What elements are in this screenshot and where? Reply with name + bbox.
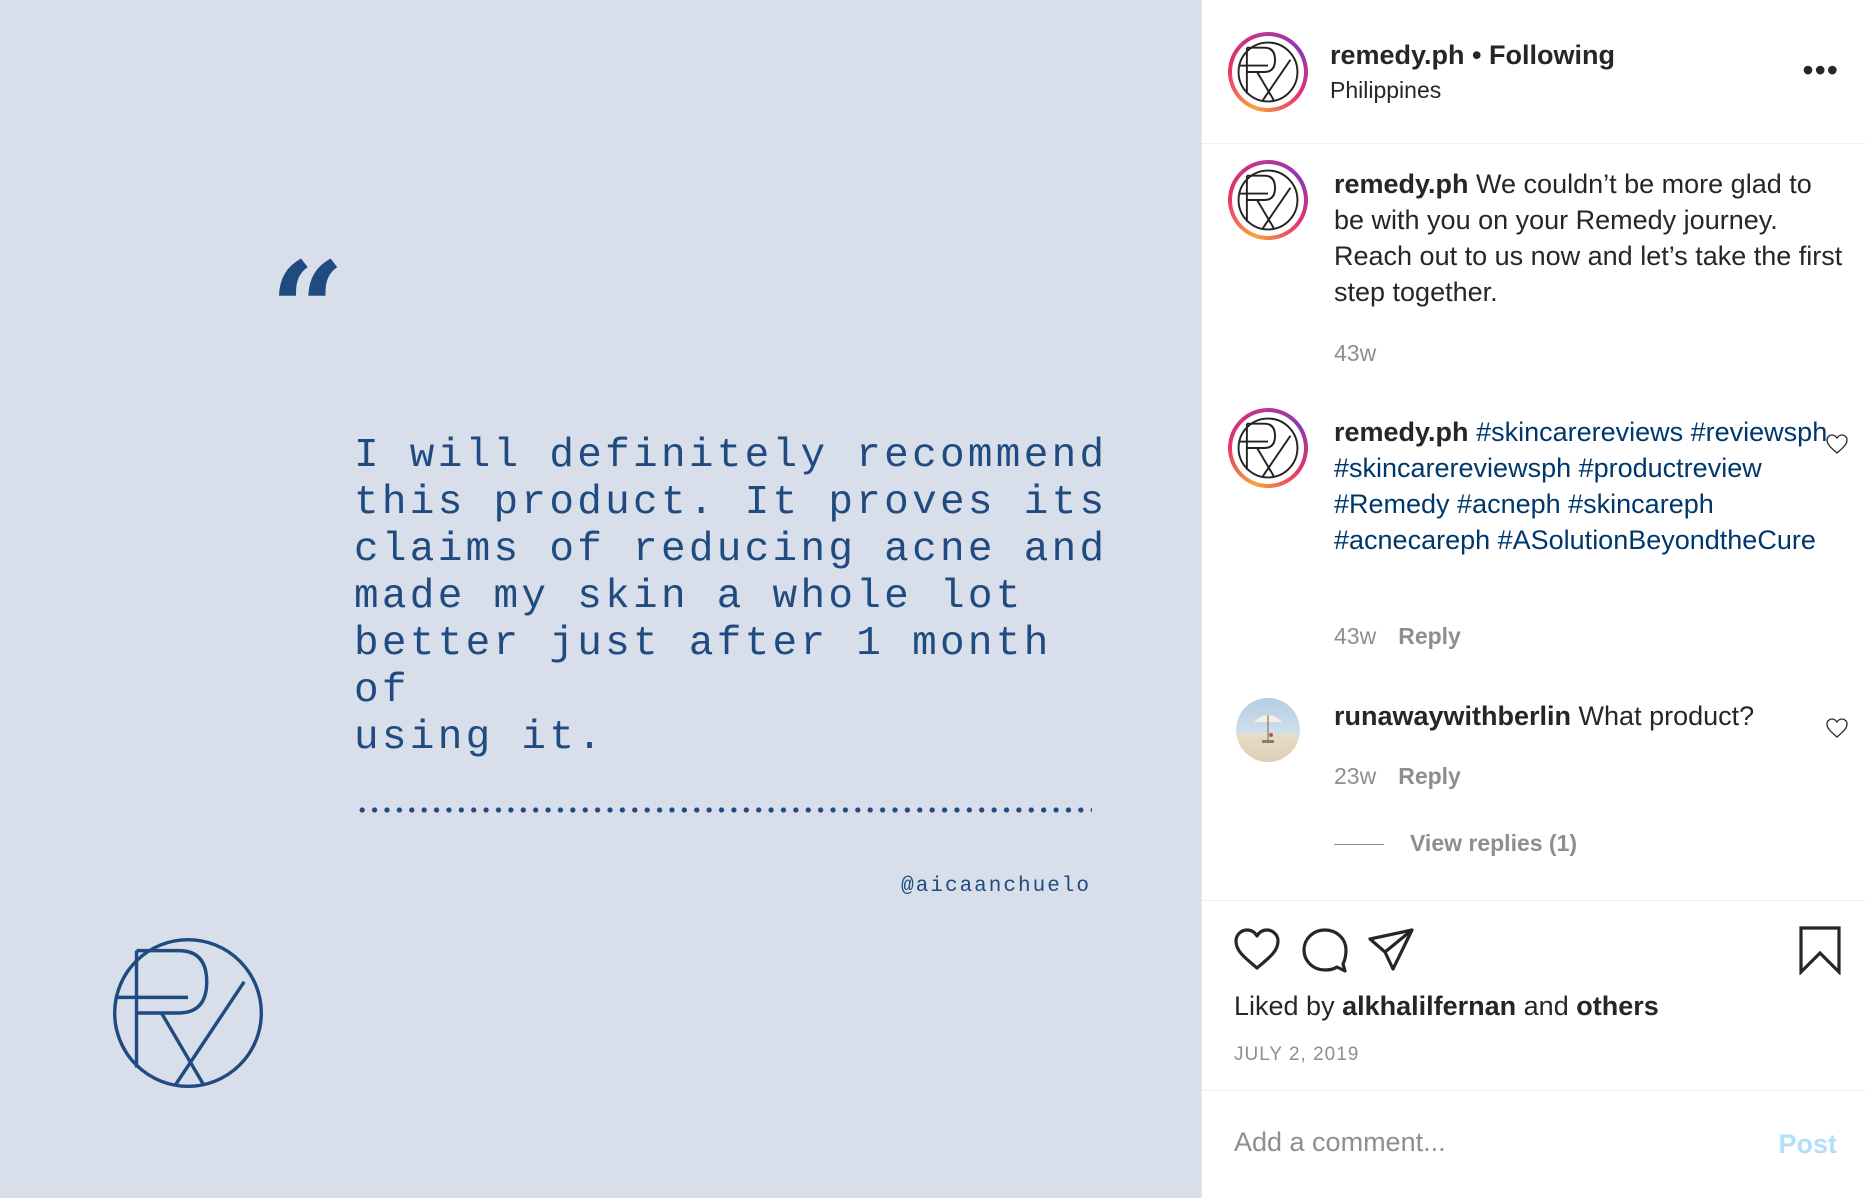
user-comment-meta: 23w Reply xyxy=(1334,763,1461,790)
save-bookmark-icon[interactable] xyxy=(1795,925,1845,975)
hashtag-comment-text: remedy.ph #skincarereviews #reviewsph #s… xyxy=(1334,414,1844,558)
user-comment-time[interactable]: 23w xyxy=(1334,763,1376,789)
hashtag-comment-avatar[interactable] xyxy=(1228,408,1308,488)
liked-by-prefix: Liked by xyxy=(1234,991,1343,1021)
likes-summary: Liked by alkhalilfernan and others xyxy=(1234,991,1659,1022)
commenter-avatar[interactable] xyxy=(1236,698,1300,762)
commenter-username[interactable]: runawaywithberlin xyxy=(1334,701,1571,731)
header-username[interactable]: remedy.ph xyxy=(1330,40,1465,70)
reply-button[interactable]: Reply xyxy=(1398,623,1461,649)
reply-button[interactable]: Reply xyxy=(1398,763,1461,789)
caption-username[interactable]: remedy.ph xyxy=(1334,169,1469,199)
hashtag-comment-username[interactable]: remedy.ph xyxy=(1334,417,1469,447)
dotted-divider xyxy=(356,806,1092,814)
liked-by-others[interactable]: others xyxy=(1576,991,1659,1021)
rx-logo-icon xyxy=(1237,41,1299,103)
hashtag-comment-meta: 43w Reply xyxy=(1334,623,1461,650)
comment-bubble-icon[interactable] xyxy=(1300,925,1350,975)
user-comment-body: What product? xyxy=(1571,701,1755,731)
like-comment-heart-icon[interactable] xyxy=(1825,432,1849,456)
testimonial-quote: I will definitely recommend this product… xyxy=(354,433,1108,761)
caption-time[interactable]: 43w xyxy=(1334,340,1376,366)
quote-mark: “ xyxy=(270,233,345,386)
share-direct-icon[interactable] xyxy=(1366,925,1416,975)
caption-avatar[interactable] xyxy=(1228,160,1308,240)
post-header: remedy.ph • Following Philippines ••• xyxy=(1202,0,1866,144)
post-comment-button[interactable]: Post xyxy=(1778,1129,1837,1160)
header-location[interactable]: Philippines xyxy=(1330,77,1441,104)
rx-logo-icon xyxy=(1237,169,1299,231)
more-options-icon[interactable]: ••• xyxy=(1802,54,1839,86)
post-image[interactable]: “ I will definitely recommend this produ… xyxy=(0,0,1201,1198)
follow-status-button[interactable]: Following xyxy=(1489,40,1615,70)
hashtag-comment-time[interactable]: 43w xyxy=(1334,623,1376,649)
header-separator: • xyxy=(1464,40,1490,70)
header-title: remedy.ph • Following xyxy=(1330,40,1615,71)
liked-by-user[interactable]: alkhalilfernan xyxy=(1342,991,1516,1021)
caption-meta: 43w xyxy=(1334,340,1376,367)
quote-author: @aicaanchuelo xyxy=(901,875,1091,898)
post-side-panel: remedy.ph • Following Philippines ••• re… xyxy=(1201,0,1866,1198)
comments-list: remedy.ph We couldn’t be more glad to be… xyxy=(1202,144,1866,900)
add-comment-bar: Post xyxy=(1202,1090,1866,1199)
like-comment-heart-icon[interactable] xyxy=(1825,716,1849,740)
comment-input[interactable] xyxy=(1234,1127,1714,1158)
rx-logo-icon xyxy=(1237,417,1299,479)
view-replies-label: View replies (1) xyxy=(1410,830,1578,856)
rx-logo-icon xyxy=(112,937,264,1089)
caption-text: remedy.ph We couldn’t be more glad to be… xyxy=(1334,166,1844,310)
liked-by-middle: and xyxy=(1516,991,1577,1021)
like-heart-icon[interactable] xyxy=(1232,925,1282,975)
post-actions: Liked by alkhalilfernan and others JULY … xyxy=(1202,900,1866,1091)
post-date[interactable]: JULY 2, 2019 xyxy=(1234,1044,1359,1066)
header-avatar[interactable] xyxy=(1228,32,1308,112)
user-comment-text: runawaywithberlin What product? xyxy=(1334,698,1844,734)
view-replies-button[interactable]: View replies (1) xyxy=(1334,830,1577,857)
beach-umbrella-icon xyxy=(1254,715,1282,743)
replies-divider xyxy=(1334,844,1384,846)
